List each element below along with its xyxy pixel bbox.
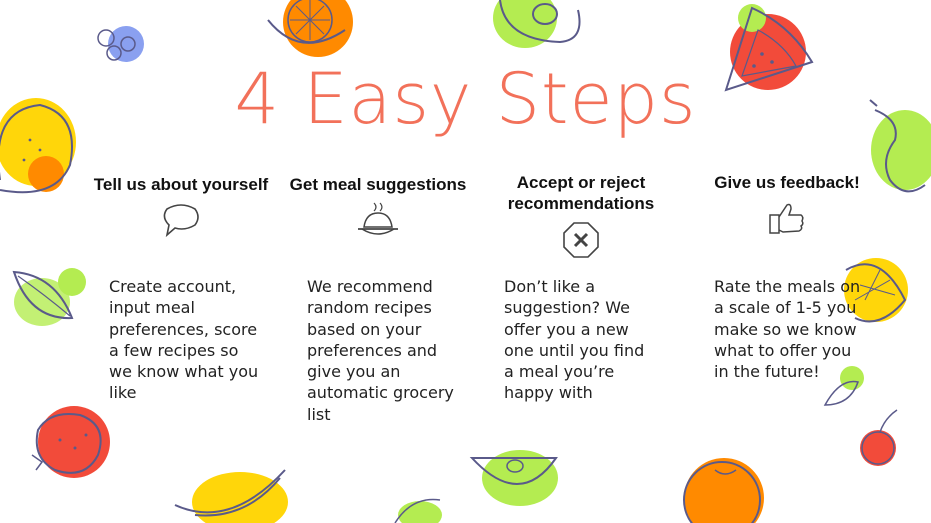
step-1-body: Create account, input meal preferences, … [109, 277, 259, 403]
step-3-body: Don’t like a suggestion? We offer you a … [504, 277, 645, 403]
avocado-icon [493, 0, 581, 48]
step-4: Give us feedback! [692, 172, 882, 237]
step-2: Get meal suggestions [283, 174, 473, 239]
blueberries-icon [97, 26, 144, 62]
leaf-icon [12, 268, 86, 326]
step-1: Tell us about yourself [86, 174, 276, 239]
speech-bubble-icon [163, 204, 199, 238]
food-dish-icon [358, 202, 398, 235]
orange-slice-icon [267, 0, 353, 57]
step-2-body: We recommend random recipes based on you… [307, 277, 454, 424]
orange-icon [683, 458, 764, 523]
reject-octagon-icon [563, 222, 599, 258]
thumbs-up-icon [769, 203, 804, 234]
banana-icon [174, 469, 288, 523]
strawberry-icon [31, 406, 110, 478]
step-2-title: Get meal suggestions [289, 175, 467, 194]
step-4-title: Give us feedback! [714, 173, 860, 192]
step-4-body: Rate the meals on a scale of 1-5 you mak… [714, 277, 861, 382]
bottom-leaf-icon [394, 498, 442, 523]
apple-slice-icon [469, 450, 558, 506]
cherry-icon [860, 409, 898, 466]
slide: 4 Easy Steps Tell us about yourself Crea… [0, 0, 931, 523]
step-3: Accept or reject recommendations [486, 172, 676, 260]
step-3-title: Accept or reject recommendations [507, 173, 655, 213]
step-1-title: Tell us about yourself [93, 175, 269, 194]
page-title: 4 Easy Steps [234, 58, 697, 140]
